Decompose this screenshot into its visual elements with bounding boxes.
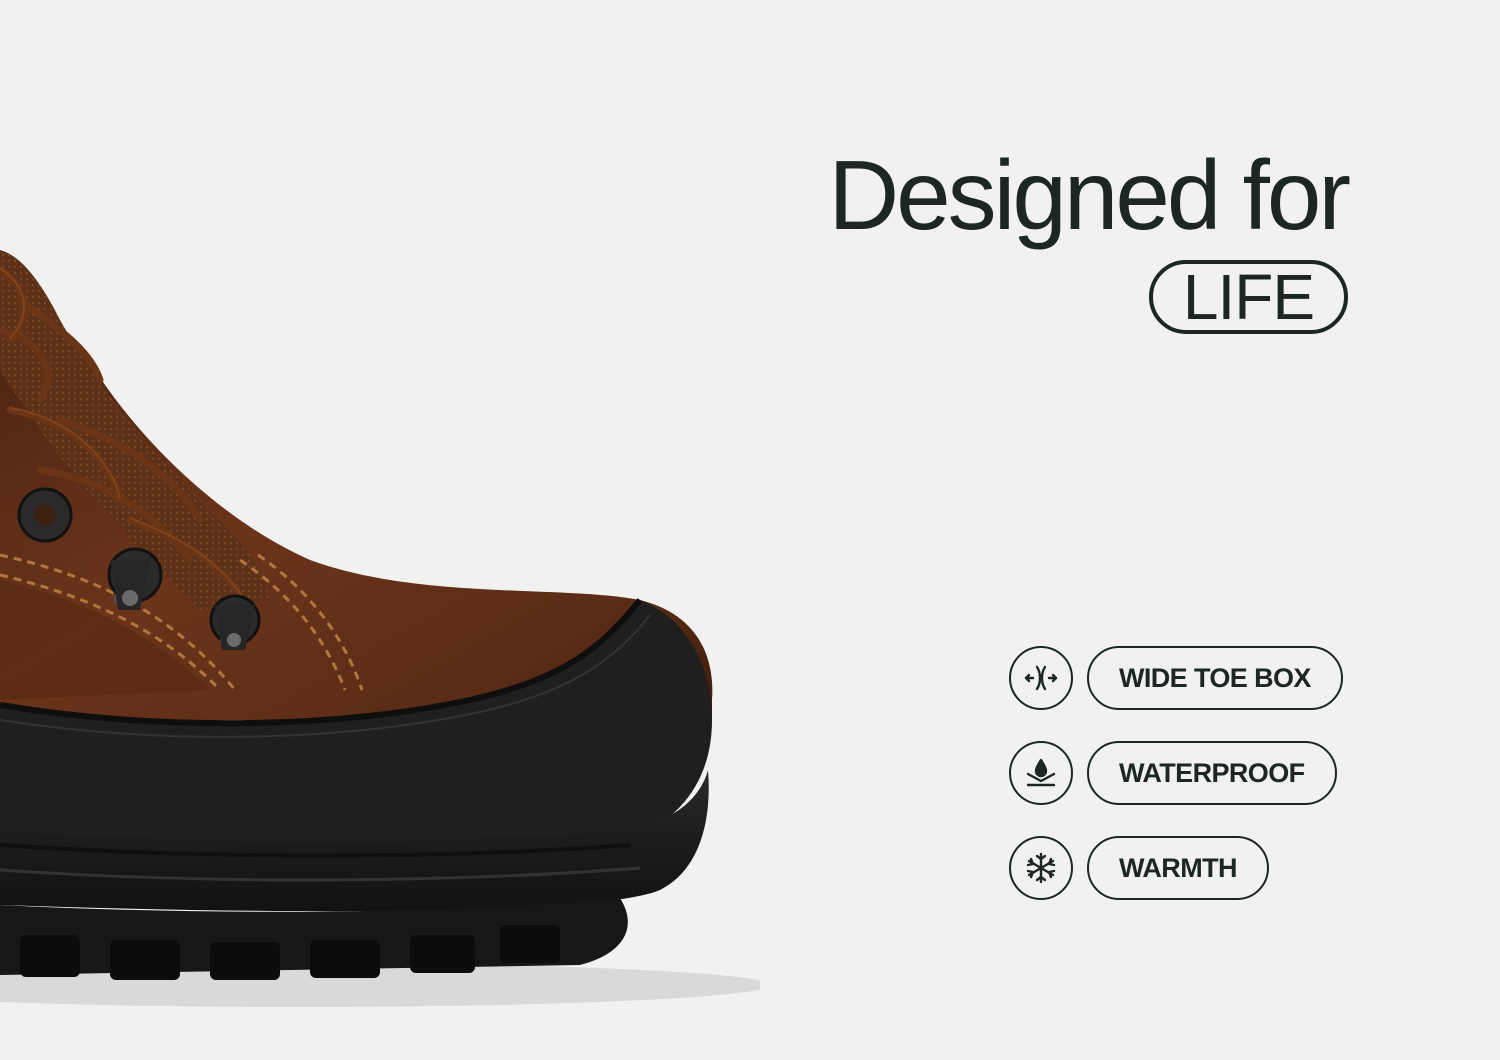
wide-toe-box-icon	[1009, 646, 1073, 710]
feature-warmth: WARMTH	[1009, 835, 1343, 901]
feature-waterproof: WATERPROOF	[1009, 740, 1343, 806]
headline-title: Designed for	[828, 140, 1351, 250]
boot-product-image	[0, 250, 760, 1007]
waterproof-icon	[1009, 741, 1073, 805]
feature-list: WIDE TOE BOX WATERPROOF WARMTH	[1009, 645, 1343, 930]
headline: Designed for LIFE	[828, 140, 1351, 334]
feature-label: WIDE TOE BOX	[1087, 646, 1343, 710]
headline-life-pill: LIFE	[1148, 260, 1348, 334]
feature-wide-toe-box: WIDE TOE BOX	[1009, 645, 1343, 711]
snowflake-icon	[1009, 836, 1073, 900]
feature-label: WATERPROOF	[1087, 741, 1337, 805]
feature-label: WARMTH	[1087, 836, 1269, 900]
